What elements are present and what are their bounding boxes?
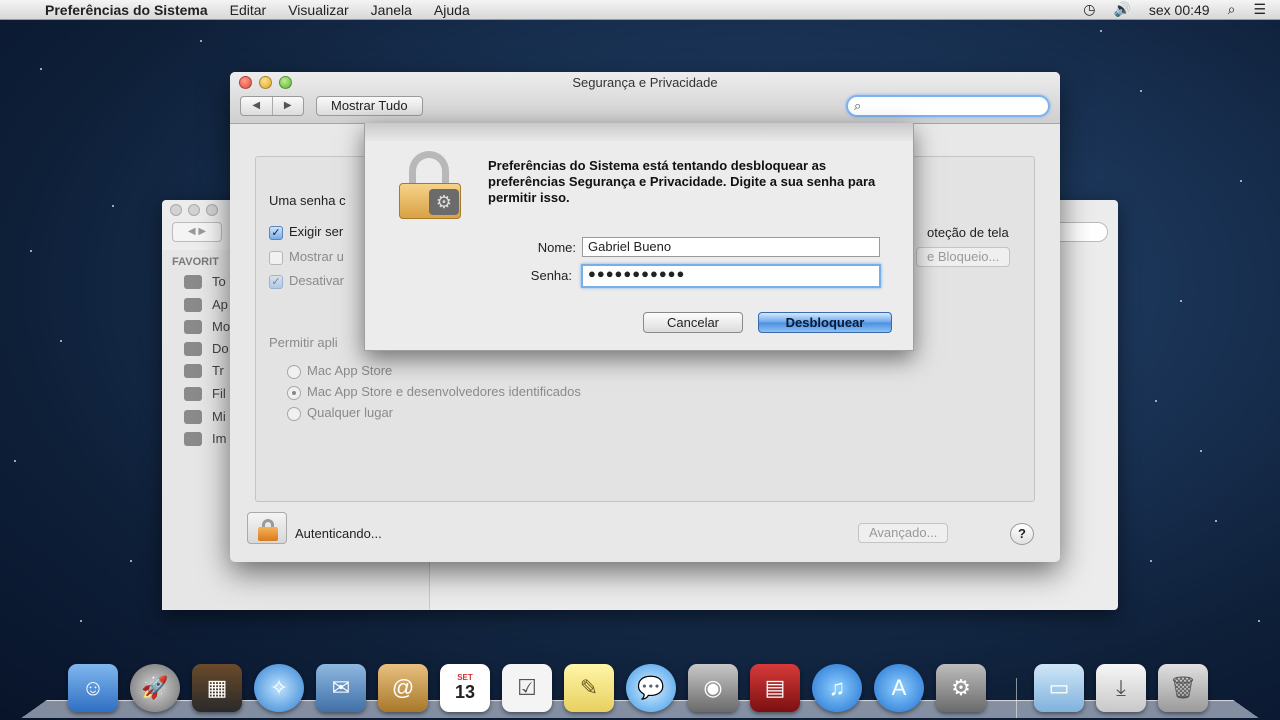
applications-folder-icon[interactable]: ▭	[1034, 664, 1084, 712]
back-button[interactable]: ◀	[241, 97, 272, 115]
window-title: Segurança e Privacidade	[572, 75, 718, 90]
menu-editar[interactable]: Editar	[219, 2, 278, 18]
volume-icon[interactable]: 🔊	[1113, 1, 1130, 18]
finder-sidebar-item[interactable]: Mo	[184, 319, 230, 334]
finder-sidebar-item[interactable]: To	[184, 274, 226, 289]
finder-favorites-header: FAVORIT	[172, 256, 219, 268]
help-button[interactable]: ?	[1010, 523, 1034, 545]
radio-mac-app-store[interactable]: Mac App Store	[287, 363, 392, 379]
password-label: Senha:	[530, 268, 572, 283]
dock: ☺ 🚀 ▦ ✧ ✉ @ SET 13 ☑ ✎ 💬 ◉ ▤ ♫ A ⚙ ▭ ⤓ 🗑	[20, 660, 1260, 720]
pictures-icon	[184, 431, 202, 446]
facetime-icon[interactable]: ◉	[688, 664, 738, 712]
name-label: Nome:	[537, 240, 576, 255]
finder-sidebar-item[interactable]: Ap	[184, 297, 228, 312]
show-message-row[interactable]: Mostrar u	[269, 249, 344, 265]
forward-button[interactable]: ▶	[271, 97, 304, 115]
calendar-month: SET	[457, 673, 473, 682]
radio-button[interactable]	[287, 385, 301, 400]
all-files-icon	[184, 274, 202, 289]
applications-icon	[184, 297, 202, 312]
photo-booth-icon[interactable]: ▤	[750, 664, 800, 712]
set-lock-message-button[interactable]: e Bloqueio...	[916, 247, 1011, 267]
password-info-text: Uma senha c	[269, 193, 346, 208]
mission-control-icon[interactable]: ▦	[192, 664, 242, 712]
calendar-day: 13	[454, 682, 476, 702]
reminders-icon[interactable]: ☑	[502, 664, 552, 712]
spotlight-icon[interactable]: ⌕	[1228, 1, 1236, 18]
allow-apps-label: Permitir apli	[269, 335, 338, 350]
lock-icon: ⚙	[397, 151, 465, 219]
notification-center-icon[interactable]: ☰	[1253, 1, 1266, 18]
menu-bar: Preferências do Sistema Editar Visualiza…	[0, 0, 1280, 20]
back-forward-buttons: ◀ ▶	[240, 96, 304, 116]
window-titlebar[interactable]: Segurança e Privacidade ◀ ▶ Mostrar Tudo…	[230, 72, 1060, 124]
finder-icon[interactable]: ☺	[68, 664, 118, 712]
launchpad-icon[interactable]: 🚀	[130, 664, 180, 712]
finder-sidebar-item[interactable]: Mi	[184, 409, 226, 424]
documents-icon	[184, 341, 202, 356]
gear-icon: ⚙	[429, 189, 459, 215]
disable-login-checkbox[interactable]: ✓	[269, 274, 283, 289]
movies-icon	[184, 386, 202, 401]
dialog-message: Preferências do Sistema está tentando de…	[488, 158, 876, 205]
name-field[interactable]: Gabriel Bueno	[582, 237, 880, 257]
menu-ajuda[interactable]: Ajuda	[423, 2, 481, 18]
menu-janela[interactable]: Janela	[360, 2, 423, 18]
advanced-button[interactable]: Avançado...	[858, 523, 949, 543]
search-input[interactable]: ⌕	[846, 95, 1050, 117]
finder-sidebar-item[interactable]: Tr	[184, 363, 224, 378]
lock-icon	[258, 519, 278, 541]
menu-clock[interactable]: sex 00:49	[1149, 2, 1210, 18]
finder-traffic-lights[interactable]	[170, 204, 218, 216]
menu-app-name[interactable]: Preferências do Sistema	[34, 2, 219, 18]
cancel-button[interactable]: Cancelar	[643, 312, 743, 333]
desktop-icon	[184, 319, 202, 334]
finder-sidebar-item[interactable]: Do	[184, 341, 229, 356]
require-password-row[interactable]: ✓ Exigir ser	[269, 224, 343, 240]
mail-icon[interactable]: ✉	[316, 664, 366, 712]
radio-button[interactable]	[287, 406, 301, 421]
menu-visualizar[interactable]: Visualizar	[277, 2, 359, 18]
trash-icon[interactable]: 🗑	[1158, 664, 1208, 712]
downloads-icon	[184, 363, 202, 378]
radio-identified-developers[interactable]: Mac App Store e desenvolvedores identifi…	[287, 384, 581, 400]
radio-anywhere[interactable]: Qualquer lugar	[287, 405, 393, 421]
itunes-icon[interactable]: ♫	[812, 664, 862, 712]
show-message-checkbox[interactable]	[269, 250, 283, 265]
calendar-icon[interactable]: SET 13	[440, 664, 490, 712]
dock-separator	[1016, 678, 1017, 718]
music-icon	[184, 409, 202, 424]
app-store-icon[interactable]: A	[874, 664, 924, 712]
lock-button[interactable]	[247, 512, 287, 544]
notes-icon[interactable]: ✎	[564, 664, 614, 712]
safari-icon[interactable]: ✧	[254, 664, 304, 712]
system-preferences-icon[interactable]: ⚙	[936, 664, 986, 712]
downloads-icon[interactable]: ⤓	[1096, 664, 1146, 712]
show-all-button[interactable]: Mostrar Tudo	[316, 96, 423, 116]
auth-status-text: Autenticando...	[295, 526, 382, 541]
finder-nav-buttons[interactable]: ◀ ▶	[172, 222, 222, 242]
finder-sidebar-item[interactable]: Fil	[184, 386, 226, 401]
unlock-button[interactable]: Desbloquear	[758, 312, 892, 333]
require-password-checkbox[interactable]: ✓	[269, 225, 283, 240]
contacts-icon[interactable]: @	[378, 664, 428, 712]
finder-sidebar-item[interactable]: Im	[184, 431, 226, 446]
radio-button[interactable]	[287, 364, 301, 379]
password-field[interactable]: ●●●●●●●●●●●	[581, 264, 881, 288]
messages-icon[interactable]: 💬	[626, 664, 676, 712]
authentication-dialog: ⚙ Preferências do Sistema está tentando …	[364, 123, 914, 351]
time-machine-icon[interactable]: ◷	[1083, 1, 1095, 18]
disable-login-row[interactable]: ✓ Desativar	[269, 273, 344, 289]
search-icon: ⌕	[854, 98, 862, 113]
screensaver-text: oteção de tela	[927, 225, 1009, 240]
